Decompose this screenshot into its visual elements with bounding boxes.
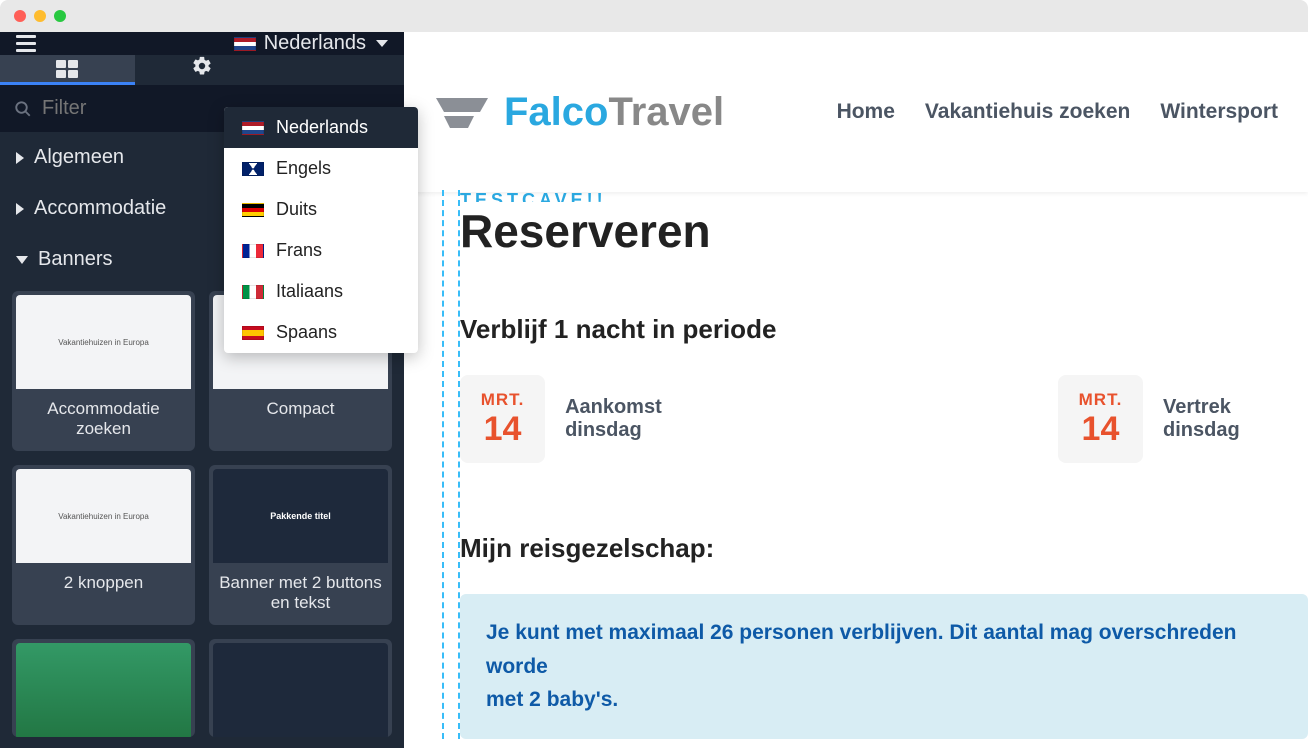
card-thumbnail	[16, 643, 191, 737]
window-chrome	[0, 0, 1308, 32]
card-thumbnail: Vakantiehuizen in Europa	[16, 469, 191, 563]
flag-nl-icon	[234, 37, 256, 51]
card-thumbnail: Pakkende titel	[213, 469, 388, 563]
dates-row: MRT. 14 Aankomst dinsdag MRT. 14 Vertrek…	[460, 375, 1308, 463]
preview-pane: FalcoTravel Home Vakantiehuis zoeken Win…	[404, 32, 1308, 748]
search-icon	[14, 100, 32, 118]
card-thumbnail	[213, 643, 388, 737]
tab-settings[interactable]	[135, 55, 270, 85]
chevron-down-icon	[376, 40, 388, 47]
chevron-right-icon	[16, 152, 24, 164]
nav-wintersport[interactable]: Wintersport	[1160, 100, 1278, 124]
page-title: Reserveren	[460, 204, 1308, 258]
menu-button[interactable]	[16, 35, 36, 52]
flag-es-icon	[242, 326, 264, 340]
departure-date-card: MRT. 14	[1058, 375, 1143, 463]
card-accommodatie-zoeken[interactable]: Vakantiehuizen in Europa Accommodatie zo…	[12, 291, 195, 451]
language-selector[interactable]: Nederlands	[234, 32, 388, 55]
page-content: TESTCAVE!! Reserveren Verblijf 1 nacht i…	[404, 190, 1308, 739]
language-option-fr[interactable]: Frans	[224, 230, 418, 271]
close-window-icon[interactable]	[14, 10, 26, 22]
party-heading: Mijn reisgezelschap:	[460, 533, 1308, 564]
card-extra-2[interactable]	[209, 639, 392, 737]
editor-guide-line	[442, 190, 444, 739]
flag-nl-icon	[242, 121, 264, 135]
minimize-window-icon[interactable]	[34, 10, 46, 22]
nav-vakantiehuis[interactable]: Vakantiehuis zoeken	[925, 100, 1130, 124]
grid-icon	[56, 60, 78, 78]
language-option-de[interactable]: Duits	[224, 189, 418, 230]
page-eyebrow: TESTCAVE!!	[460, 190, 1308, 202]
site-header: FalcoTravel Home Vakantiehuis zoeken Win…	[404, 32, 1308, 192]
language-current: Nederlands	[264, 32, 366, 55]
language-option-en[interactable]: Engels	[224, 148, 418, 189]
flag-de-icon	[242, 203, 264, 217]
card-banner-buttons-tekst[interactable]: Pakkende titel Banner met 2 buttons en t…	[209, 465, 392, 625]
site-nav: Home Vakantiehuis zoeken Wintersport	[837, 100, 1278, 124]
flag-it-icon	[242, 285, 264, 299]
language-dropdown: Nederlands Engels Duits Frans Italiaans …	[224, 107, 418, 353]
language-option-es[interactable]: Spaans	[224, 312, 418, 353]
departure-block[interactable]: MRT. 14 Vertrek dinsdag	[1058, 375, 1308, 463]
card-thumbnail: Vakantiehuizen in Europa	[16, 295, 191, 389]
card-extra-1[interactable]	[12, 639, 195, 737]
card-2-knoppen[interactable]: Vakantiehuizen in Europa 2 knoppen	[12, 465, 195, 625]
language-option-it[interactable]: Italiaans	[224, 271, 418, 312]
flag-fr-icon	[242, 244, 264, 258]
tab-third[interactable]	[269, 55, 404, 85]
arrival-date-card: MRT. 14	[460, 375, 545, 463]
stay-heading: Verblijf 1 nacht in periode	[460, 314, 1308, 345]
logo-mark-icon	[430, 90, 494, 134]
capacity-notice: Je kunt met maximaal 26 personen verblij…	[460, 594, 1308, 739]
tab-blocks[interactable]	[0, 55, 135, 85]
maximize-window-icon[interactable]	[54, 10, 66, 22]
site-logo[interactable]: FalcoTravel	[430, 90, 724, 135]
editor-guide-line	[458, 190, 460, 739]
gear-icon	[191, 55, 213, 82]
editor-sidebar: Nederlands Nederlands Engels Duits Frans	[0, 32, 404, 748]
banner-cards: Vakantiehuizen in Europa Accommodatie zo…	[0, 285, 404, 749]
language-option-nl[interactable]: Nederlands	[224, 107, 418, 148]
chevron-down-icon	[16, 256, 28, 264]
arrival-block[interactable]: MRT. 14 Aankomst dinsdag	[460, 375, 738, 463]
flag-en-icon	[242, 162, 264, 176]
chevron-right-icon	[16, 203, 24, 215]
nav-home[interactable]: Home	[837, 100, 895, 124]
